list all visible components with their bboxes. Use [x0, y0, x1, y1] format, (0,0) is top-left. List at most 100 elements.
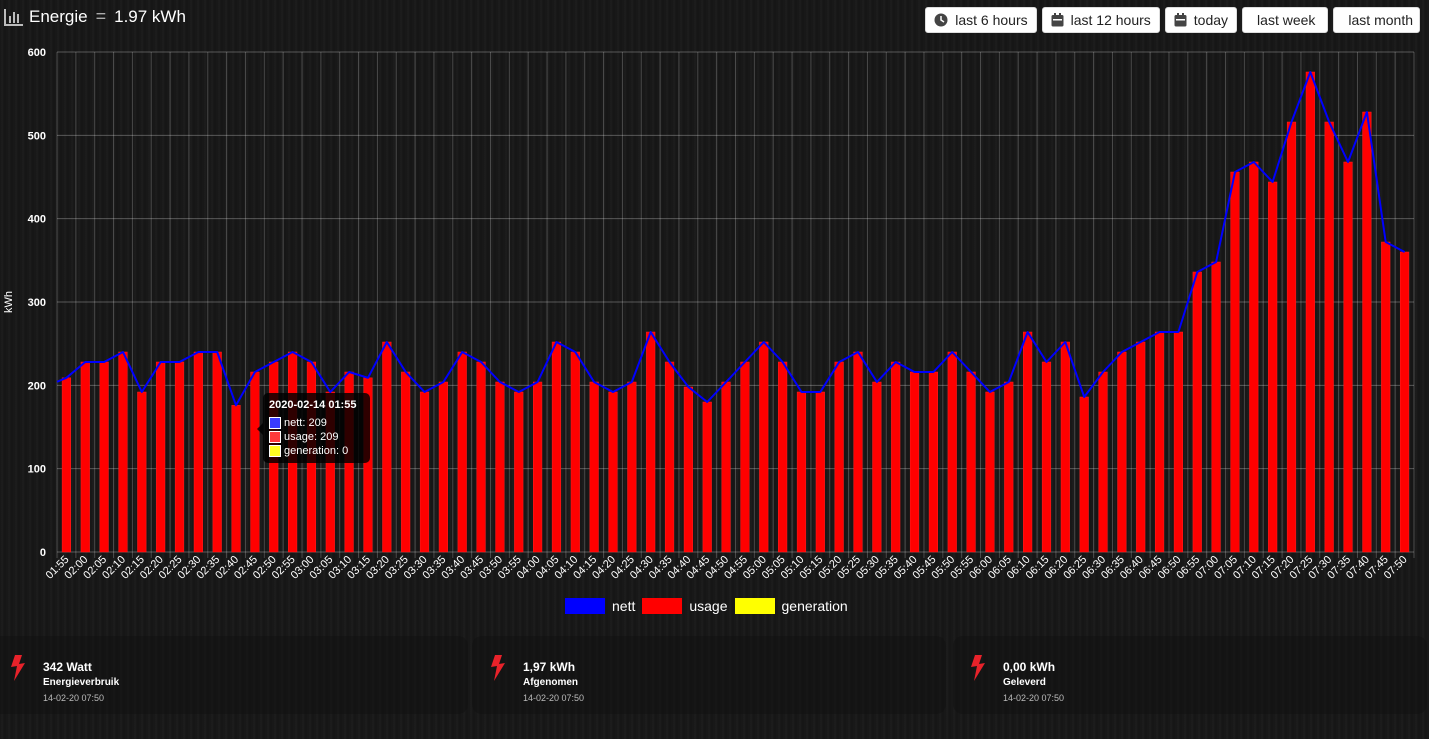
card-timestamp: 14-02-20 07:50	[43, 693, 105, 703]
title-text: Energie	[29, 6, 88, 26]
energy-chart[interactable]: 0100200300400500600kWh01:5502:0002:0502:…	[0, 40, 1429, 598]
usage-bar	[476, 361, 486, 553]
legend-item-usage[interactable]: usage	[642, 598, 728, 614]
last-week-button[interactable]: last week	[1242, 7, 1329, 33]
legend-label-nett: nett	[612, 598, 636, 614]
y-tick-label: 400	[28, 214, 46, 226]
usage-bar	[853, 351, 863, 553]
summary-cards: 342 Watt Energieverbruik 14-02-20 07:50 …	[0, 628, 1429, 739]
usage-bar	[231, 405, 241, 553]
usage-bar	[891, 361, 901, 553]
usage-bar	[627, 381, 637, 553]
usage-bar	[533, 381, 543, 553]
legend-item-generation[interactable]: generation	[734, 598, 848, 614]
usage-bar	[212, 351, 222, 553]
usage-bar	[1343, 161, 1353, 553]
card-afgenomen[interactable]: 1,97 kWh Afgenomen 14-02-20 07:50	[472, 636, 946, 714]
usage-bar	[947, 351, 957, 553]
usage-bar	[721, 381, 731, 553]
y-tick-label: 0	[40, 547, 46, 559]
calendar-icon	[1051, 13, 1064, 27]
usage-bar	[156, 361, 166, 553]
chart-tooltip: 2020-02-14 01:55 nett: 209 usage: 209 ge…	[257, 393, 370, 463]
usage-bar	[1230, 171, 1240, 553]
usage-bar	[118, 351, 128, 553]
card-timestamp: 14-02-20 07:50	[523, 693, 585, 703]
tooltip-title: 2020-02-14 01:55	[269, 399, 357, 411]
y-tick-label: 100	[28, 464, 46, 476]
usage-bar	[608, 391, 618, 553]
usage-bar	[1305, 71, 1315, 553]
usage-bar	[759, 341, 769, 553]
usage-bar	[80, 361, 90, 553]
last-month-label: last month	[1348, 12, 1413, 28]
tooltip-caret	[257, 423, 263, 435]
usage-bar	[589, 381, 599, 553]
tooltip-row-nett: nett: 209	[269, 417, 327, 429]
card-label: Energieverbruik	[43, 677, 120, 688]
usage-bar	[778, 361, 788, 553]
usage-bar	[1324, 121, 1334, 553]
legend-label-generation: generation	[781, 598, 848, 614]
legend-swatch-generation	[734, 598, 775, 614]
calendar-icon	[1174, 13, 1187, 27]
usage-bar	[1192, 271, 1202, 553]
card-value: 0,00 kWh	[1003, 660, 1056, 674]
legend-item-nett[interactable]: nett	[565, 598, 635, 614]
legend-swatch-nett	[565, 598, 605, 614]
legend-label-usage: usage	[689, 598, 728, 614]
usage-bar	[985, 391, 995, 553]
usage-bar	[1136, 341, 1146, 553]
usage-bar	[683, 386, 693, 553]
tooltip-row-usage: usage: 209	[269, 431, 338, 443]
usage-bar	[401, 371, 411, 553]
usage-bar	[137, 391, 147, 553]
usage-bar	[740, 361, 750, 553]
header: Energie = 1.97 kWh last 6 hours last 12 …	[0, 0, 1429, 40]
card-geleverd[interactable]: 0,00 kWh Geleverd 14-02-20 07:50	[953, 636, 1427, 714]
y-tick-label: 500	[28, 130, 46, 142]
tooltip-text-generation: generation: 0	[284, 445, 349, 457]
usage-bar	[1079, 396, 1089, 553]
card-value: 342 Watt	[43, 660, 92, 674]
last-12-hours-label: last 12 hours	[1070, 12, 1151, 28]
usage-bar	[796, 391, 807, 553]
usage-bar	[1117, 351, 1127, 553]
card-timestamp: 14-02-20 07:50	[1003, 693, 1065, 703]
equals-icon: =	[95, 6, 107, 26]
card-value: 1,97 kWh	[523, 660, 576, 674]
usage-bar	[1211, 261, 1221, 553]
last-6-hours-button[interactable]: last 6 hours	[925, 7, 1037, 33]
last-12-hours-button[interactable]: last 12 hours	[1041, 7, 1160, 33]
y-tick-label: 200	[28, 380, 46, 392]
last-6-hours-label: last 6 hours	[955, 12, 1028, 28]
usage-bar	[174, 361, 185, 553]
last-month-button[interactable]: last month	[1333, 7, 1420, 33]
usage-bar	[646, 331, 656, 553]
usage-bar	[872, 381, 882, 553]
lightning-icon	[491, 655, 505, 681]
usage-bar	[193, 351, 203, 553]
card-label: Afgenomen	[523, 677, 578, 688]
y-tick-label: 600	[28, 47, 46, 59]
card-label: Geleverd	[1003, 677, 1046, 688]
usage-bar	[1268, 181, 1278, 553]
usage-bar	[1362, 111, 1372, 553]
usage-bar	[1041, 361, 1052, 553]
usage-bar	[815, 391, 825, 553]
chart-legend: nett usage generation	[565, 598, 855, 614]
card-energieverbruik[interactable]: 342 Watt Energieverbruik 14-02-20 07:50	[0, 636, 468, 714]
usage-bar	[1399, 251, 1410, 553]
usage-bar	[702, 401, 712, 553]
y-tick-label: 300	[28, 297, 46, 309]
usage-bar	[1249, 161, 1259, 553]
usage-bar	[1098, 371, 1108, 553]
range-buttons: last 6 hours last 12 hours today last we…	[925, 7, 1420, 33]
clock-icon	[934, 13, 948, 27]
usage-bar	[909, 371, 920, 553]
usage-bar	[664, 361, 675, 553]
usage-bar	[438, 381, 448, 553]
lightning-icon	[11, 655, 25, 681]
usage-bar	[457, 351, 467, 553]
today-button[interactable]: today	[1164, 7, 1238, 33]
